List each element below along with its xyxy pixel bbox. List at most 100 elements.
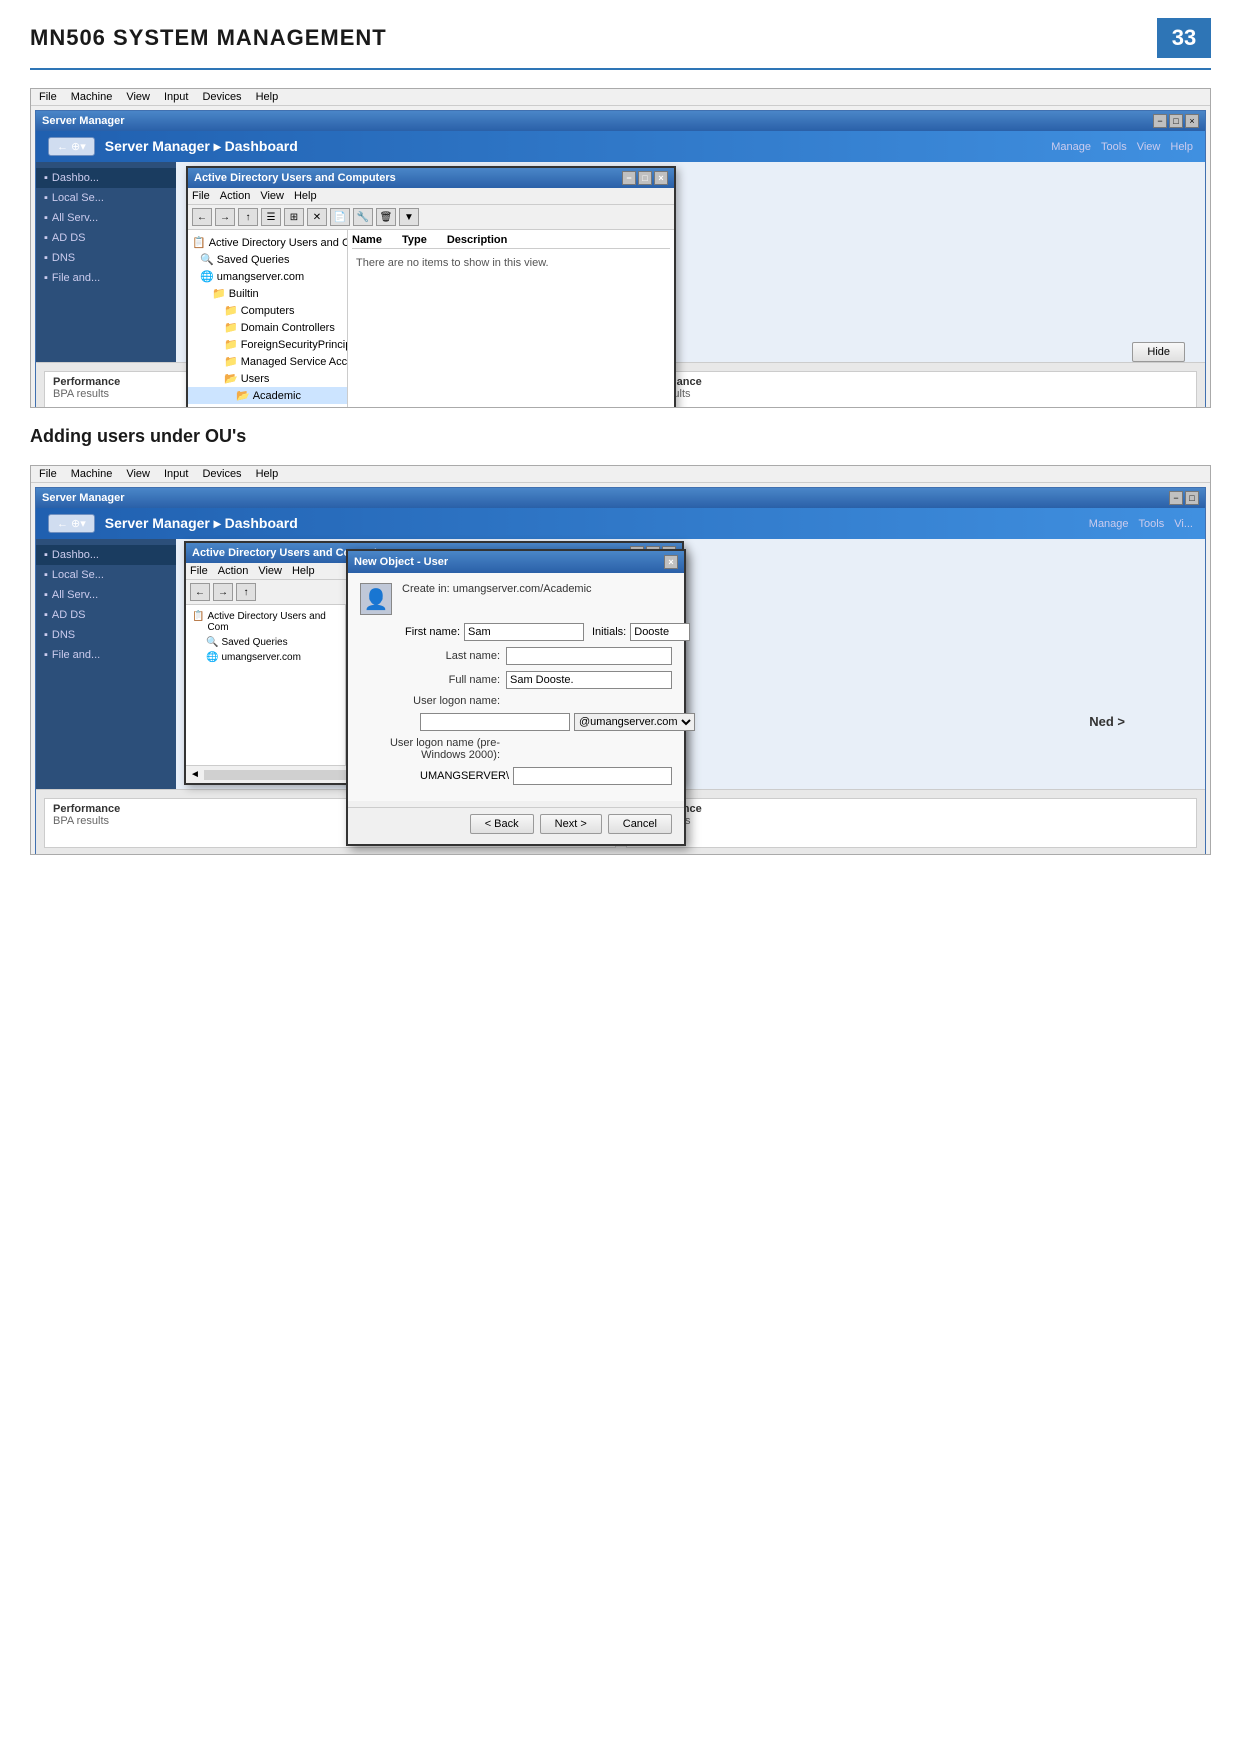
sm2-restore[interactable]: □ [1185,491,1199,505]
menu-machine[interactable]: Machine [71,91,113,103]
tb-x[interactable]: ✕ [307,208,327,226]
tb-back[interactable]: ← [192,208,212,226]
domain-select[interactable]: @umangserver.com [574,713,695,731]
sm2-sidebar-all[interactable]: ▪ All Serv... [36,585,176,605]
tb-del[interactable]: 🗑 [376,208,396,226]
ad-users[interactable]: 📂 Users [188,370,347,387]
sidebar-item-dashboard[interactable]: ▪ Dashbo... [36,168,176,188]
sidebar-item-adds[interactable]: ▪ AD DS [36,228,176,248]
menu-view[interactable]: View [126,91,150,103]
back-button[interactable]: < Back [470,814,534,834]
ad-saved-queries[interactable]: 🔍 Saved Queries [188,251,347,268]
menu2-help[interactable]: Help [256,468,279,480]
ad2-tree-domain[interactable]: 🌐umangserver.com [190,650,341,665]
sm2-sidebar-file[interactable]: ▪ File and... [36,645,176,665]
sm2-titlebar: Server Manager − □ [36,488,1205,508]
next-button[interactable]: Next > [540,814,602,834]
ad-foreignsec[interactable]: 📁 ForeignSecurityPrincipals [188,336,347,353]
sm2-title: Server Manager [42,492,125,504]
tb-filter[interactable]: ▼ [399,208,419,226]
initials-input[interactable] [630,623,690,641]
sm2-tools[interactable]: Tools [1139,518,1165,530]
hide-button[interactable]: Hide [1132,342,1185,362]
first-name-label: First name: [360,626,460,638]
ad-computers[interactable]: 📁 Computers [188,302,347,319]
menu-devices[interactable]: Devices [202,91,241,103]
pre-win-label: User logon name (pre-Windows 2000): [360,737,500,761]
ad-menu-view[interactable]: View [260,190,284,202]
sidebar-item-dns[interactable]: ▪ DNS [36,248,176,268]
ad2-menu-help[interactable]: Help [292,565,315,577]
sidebar-item-fileservices[interactable]: ▪ File and... [36,268,176,288]
ad-menu-action[interactable]: Action [220,190,251,202]
first-name-input[interactable] [464,623,584,641]
minimize-btn[interactable]: − [1153,114,1167,128]
menu2-view[interactable]: View [126,468,150,480]
tb-prop[interactable]: 🔧 [353,208,373,226]
domain-icon: 🌐 [200,270,214,283]
logon-input[interactable] [420,713,570,731]
tb-up[interactable]: ↑ [238,208,258,226]
ad-close[interactable]: × [654,171,668,185]
menu2-file[interactable]: File [39,468,57,480]
pre-win-input[interactable] [513,767,672,785]
server-manager-window: Server Manager − □ × ← ⊕▾ Server Manager… [35,110,1206,408]
menu2-machine[interactable]: Machine [71,468,113,480]
manage-menu[interactable]: Manage [1051,141,1091,153]
full-name-label: Full name: [360,674,500,686]
sm2-view[interactable]: Vi... [1174,518,1193,530]
sm-right-buttons: Manage Tools View Help [1051,141,1193,153]
ad2-menu-view[interactable]: View [258,565,282,577]
ad2-tb1[interactable]: ← [190,583,210,601]
ad2-tb2[interactable]: → [213,583,233,601]
ad-dc[interactable]: 📁 Domain Controllers [188,319,347,336]
ad2-tb3[interactable]: ↑ [236,583,256,601]
tb-new[interactable]: 📄 [330,208,350,226]
ad-menu-help[interactable]: Help [294,190,317,202]
ad2-tree-saved[interactable]: 🔍Saved Queries [190,635,341,650]
ad2-menu-action[interactable]: Action [218,565,249,577]
cancel-button[interactable]: Cancel [608,814,672,834]
menu2-devices[interactable]: Devices [202,468,241,480]
sm2-manage[interactable]: Manage [1089,518,1129,530]
ad-minimize[interactable]: − [622,171,636,185]
sm2-sidebar-local[interactable]: ▪ Local Se... [36,565,176,585]
allservers-icon: ▪ [44,212,48,224]
dialog-close-btn[interactable]: × [664,555,678,569]
ad-academic[interactable]: 📂 Academic [188,387,347,404]
sm2-sidebar-dashboard[interactable]: ▪ Dashbo... [36,545,176,565]
tools-menu[interactable]: Tools [1101,141,1127,153]
tb-forward[interactable]: → [215,208,235,226]
close-btn[interactable]: × [1185,114,1199,128]
view-menu[interactable]: View [1137,141,1161,153]
logon-name-label: User logon name: [360,695,500,707]
full-name-input[interactable] [506,671,672,689]
ad-tree-root[interactable]: 📋 Active Directory Users and Com [188,234,347,251]
sm2-sidebar-adds[interactable]: ▪ AD DS [36,605,176,625]
ad-domain[interactable]: 🌐 umangserver.com [188,268,347,285]
menu-help[interactable]: Help [256,91,279,103]
sidebar-item-localserver[interactable]: ▪ Local Se... [36,188,176,208]
sm2-minimize[interactable]: − [1169,491,1183,505]
back-btn[interactable]: ← ⊕▾ [48,137,95,156]
sm2-sidebar-dns[interactable]: ▪ DNS [36,625,176,645]
restore-btn[interactable]: □ [1169,114,1183,128]
sidebar-item-allservers[interactable]: ▪ All Serv... [36,208,176,228]
dialog-body: 👤 Create in: umangserver.com/Academic Fi… [348,573,684,801]
sm2-back-btn[interactable]: ← ⊕▾ [48,514,95,533]
ad-builtin[interactable]: 📁 Builtin [188,285,347,302]
ad2-menu-file[interactable]: File [190,565,208,577]
page-title: MN506 SYSTEM MANAGEMENT [30,25,387,51]
ad-restore[interactable]: □ [638,171,652,185]
menu-file[interactable]: File [39,91,57,103]
tb-detail[interactable]: ⊞ [284,208,304,226]
ad-menu-file[interactable]: File [192,190,210,202]
last-name-input[interactable] [506,647,672,665]
ad2-tree-root[interactable]: 📋Active Directory Users and Com [190,609,341,635]
menu-input[interactable]: Input [164,91,188,103]
tb-list[interactable]: ☰ [261,208,281,226]
ad-managed-svc[interactable]: 📁 Managed Service Accounts [188,353,347,370]
help-menu[interactable]: Help [1170,141,1193,153]
menu2-input[interactable]: Input [164,468,188,480]
server-manager-window-2: Server Manager − □ ← ⊕▾ Server Manager ▸… [35,487,1206,855]
